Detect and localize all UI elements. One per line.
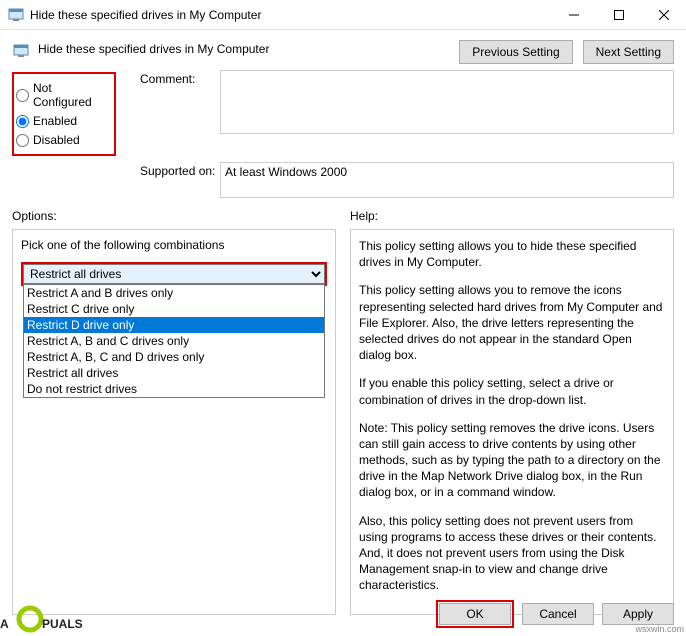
apply-button[interactable]: Apply (602, 603, 674, 625)
dropdown-option[interactable]: Restrict A and B drives only (24, 285, 324, 301)
window-title: Hide these specified drives in My Comput… (30, 8, 551, 22)
help-text: Note: This policy setting removes the dr… (359, 420, 665, 501)
minimize-button[interactable] (551, 0, 596, 29)
help-text: Also, this policy setting does not preve… (359, 513, 665, 594)
help-label: Help: (350, 209, 674, 223)
radio-disabled[interactable]: Disabled (16, 133, 110, 147)
title-bar: Hide these specified drives in My Comput… (0, 0, 686, 30)
header-title: Hide these specified drives in My Comput… (38, 40, 459, 56)
options-panel: Pick one of the following combinations R… (12, 229, 336, 615)
dropdown-option[interactable]: Restrict A, B, C and D drives only (24, 349, 324, 365)
dropdown-option[interactable]: Do not restrict drives (24, 381, 324, 397)
previous-setting-button[interactable]: Previous Setting (459, 40, 572, 64)
combination-dropdown-list: Restrict A and B drives only Restrict C … (23, 284, 325, 398)
help-panel: This policy setting allows you to hide t… (350, 229, 674, 615)
app-icon (8, 7, 24, 23)
comment-field[interactable] (220, 70, 674, 134)
radio-not-configured[interactable]: Not Configured (16, 81, 110, 109)
supported-field: At least Windows 2000 (220, 162, 674, 198)
combination-select[interactable]: Restrict all drives (23, 264, 325, 284)
close-button[interactable] (641, 0, 686, 29)
dropdown-option[interactable]: Restrict A, B and C drives only (24, 333, 324, 349)
header: Hide these specified drives in My Comput… (0, 30, 686, 70)
state-radio-group: Not Configured Enabled Disabled (12, 72, 116, 156)
footer-buttons: OK Cancel Apply (436, 600, 674, 628)
dropdown-option[interactable]: Restrict C drive only (24, 301, 324, 317)
comment-label: Comment: (140, 70, 220, 156)
dropdown-option[interactable]: Restrict D drive only (24, 317, 324, 333)
ok-button[interactable]: OK (439, 603, 511, 625)
help-text: This policy setting allows you to hide t… (359, 238, 665, 270)
svg-text:PUALS: PUALS (42, 617, 83, 631)
options-prompt: Pick one of the following combinations (21, 238, 327, 252)
supported-label: Supported on: (140, 162, 220, 201)
maximize-button[interactable] (596, 0, 641, 29)
help-text: This policy setting allows you to remove… (359, 282, 665, 363)
svg-text:A: A (0, 617, 9, 631)
cancel-button[interactable]: Cancel (522, 603, 594, 625)
dropdown-option[interactable]: Restrict all drives (24, 365, 324, 381)
policy-icon (12, 42, 30, 60)
radio-enabled[interactable]: Enabled (16, 114, 110, 128)
next-setting-button[interactable]: Next Setting (583, 40, 674, 64)
options-label: Options: (12, 209, 336, 223)
help-text: If you enable this policy setting, selec… (359, 375, 665, 407)
